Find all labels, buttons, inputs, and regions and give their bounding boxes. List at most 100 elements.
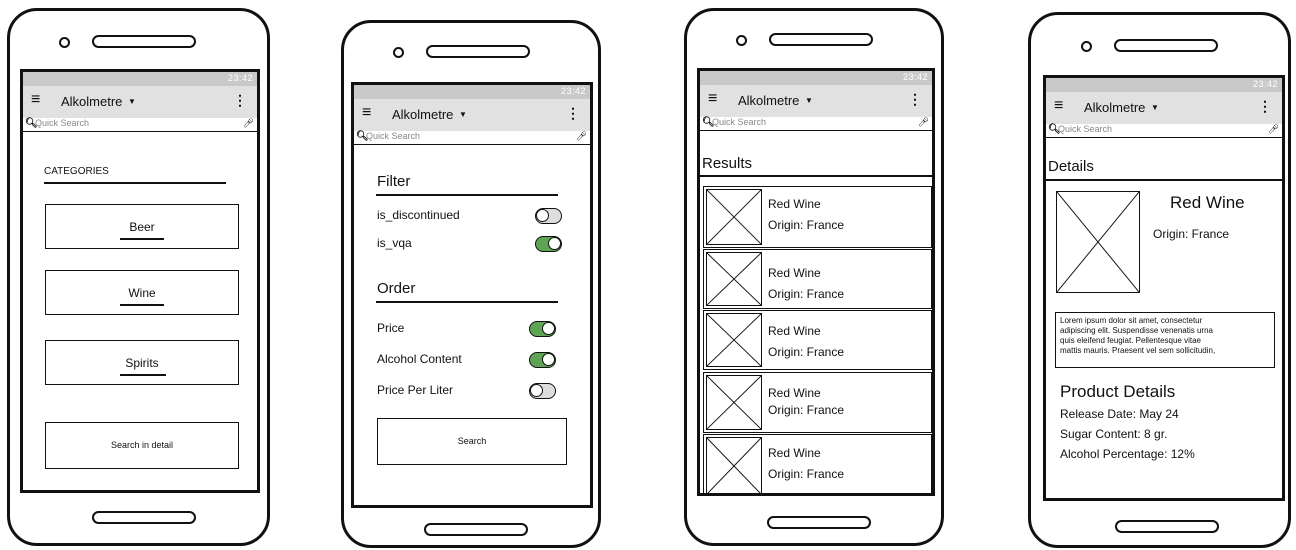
result-item[interactable]: Red Wine Origin: France [703,186,932,248]
quick-search-bar[interactable]: 🔍︎ Quick Search 🎤︎ [1046,124,1282,138]
divider [44,182,226,184]
sugar-content: Sugar Content: 8 gr. [1060,427,1168,441]
microphone-icon[interactable]: 🎤︎ [243,118,254,129]
result-item[interactable]: Red Wine Origin: France [703,434,932,493]
camera-icon [1081,41,1092,52]
order-label: Price Per Liter [377,383,454,397]
more-vertical-icon[interactable]: ⋮ [233,92,247,109]
hamburger-menu-icon[interactable]: ≡ [31,91,40,109]
home-button[interactable] [767,516,871,529]
app-bar: ≡ Alkolmetre ▼ ⋮ [23,86,257,118]
phone-details: 23:42 ≡ Alkolmetre ▼ ⋮ 🔍︎ Quick Search 🎤… [1028,12,1291,548]
chevron-down-icon[interactable]: ▼ [459,110,467,119]
result-origin: Origin: France [768,218,845,232]
toggle-knob [542,353,555,366]
chevron-down-icon[interactable]: ▼ [128,97,136,106]
status-bar: 23:42 [354,85,590,99]
search-placeholder[interactable]: Quick Search [712,117,766,127]
release-date: Release Date: May 24 [1060,407,1179,421]
description-line: mattis mauris. Praesent vel sem sollicit… [1060,346,1216,355]
result-name: Red Wine [768,446,821,460]
quick-search-bar[interactable]: 🔍︎ Quick Search 🎤︎ [700,117,932,131]
image-placeholder-icon [706,313,762,367]
underline [120,304,164,306]
category-button-spirits[interactable]: Spirits [45,340,239,385]
status-time: 23:42 [1252,79,1278,89]
more-vertical-icon[interactable]: ⋮ [908,91,922,108]
details-heading: Details [1048,158,1094,175]
category-button-beer[interactable]: Beer [45,204,239,249]
more-vertical-icon[interactable]: ⋮ [566,105,580,122]
status-bar: 23:42 [700,71,932,85]
home-button[interactable] [92,511,196,524]
speaker-icon [426,45,530,58]
quick-search-bar[interactable]: 🔍︎ Quick Search 🎤︎ [354,131,590,145]
microphone-icon[interactable]: 🎤︎ [576,131,587,142]
underline [120,238,164,240]
microphone-icon[interactable]: 🎤︎ [918,117,929,128]
result-item[interactable]: Red Wine Origin: France [703,372,932,433]
home-button[interactable] [1115,520,1219,533]
order-label: Price [377,321,405,335]
description-box: Lorem ipsum dolor sit amet, consectetur … [1055,312,1275,368]
filter-heading: Filter [377,173,411,190]
speaker-icon [92,35,196,48]
image-placeholder-icon [706,375,762,430]
app-bar: ≡ Alkolmetre ▼ ⋮ [700,85,932,117]
phone-filter: 23:42 ≡ Alkolmetre ▼ ⋮ 🔍︎ Quick Search 🎤… [341,20,601,548]
camera-icon [736,35,747,46]
search-button[interactable]: Search [377,418,567,465]
order-label: Alcohol Content [377,352,462,366]
screen: 23:42 ≡ Alkolmetre ▼ ⋮ 🔍︎ Quick Search 🎤… [20,69,260,493]
app-title[interactable]: Alkolmetre [738,93,799,108]
toggle-price[interactable] [529,321,556,337]
description-line: adipiscing elit. Suspendisse venenatis u… [1060,326,1213,335]
divider [376,301,558,303]
hamburger-menu-icon[interactable]: ≡ [708,90,717,108]
divider [376,194,558,196]
toggle-is-discontinued[interactable] [535,208,562,224]
app-title[interactable]: Alkolmetre [392,107,453,122]
category-button-wine[interactable]: Wine [45,270,239,315]
phone-categories: 23:42 ≡ Alkolmetre ▼ ⋮ 🔍︎ Quick Search 🎤… [7,8,270,546]
toggle-knob [536,209,549,222]
result-item[interactable]: Red Wine Origin: France [703,310,932,370]
microphone-icon[interactable]: 🎤︎ [1268,124,1279,135]
more-vertical-icon[interactable]: ⋮ [1258,98,1272,115]
speaker-icon [1114,39,1218,52]
toggle-knob [548,237,561,250]
hamburger-menu-icon[interactable]: ≡ [1054,97,1063,115]
result-name: Red Wine [768,324,821,338]
quick-search-bar[interactable]: 🔍︎ Quick Search 🎤︎ [23,118,257,132]
toggle-is-vqa[interactable] [535,236,562,252]
order-heading: Order [377,280,416,297]
chevron-down-icon[interactable]: ▼ [805,96,813,105]
result-origin: Origin: France [768,345,845,359]
app-title[interactable]: Alkolmetre [1084,100,1145,115]
alcohol-percentage: Alcohol Percentage: 12% [1060,447,1195,461]
screen: 23:42 ≡ Alkolmetre ▼ ⋮ 🔍︎ Quick Search 🎤… [1043,75,1285,501]
button-label: Search [457,436,487,446]
description-line: Lorem ipsum dolor sit amet, consectetur [1060,316,1203,325]
toggle-knob [542,322,555,335]
result-origin: Origin: France [768,287,845,301]
search-placeholder[interactable]: Quick Search [35,118,89,128]
toggle-price-per-liter[interactable] [529,383,556,399]
result-origin: Origin: France [768,403,845,417]
status-time: 23:42 [227,73,253,83]
image-placeholder-icon [706,252,762,306]
search-in-detail-button[interactable]: Search in detail [45,422,239,469]
hamburger-menu-icon[interactable]: ≡ [362,104,371,122]
result-origin: Origin: France [768,467,845,481]
image-placeholder-icon [706,437,762,493]
result-item[interactable]: Red Wine Origin: France [703,249,932,309]
home-button[interactable] [424,523,528,536]
app-title[interactable]: Alkolmetre [61,94,122,109]
screen: 23:42 ≡ Alkolmetre ▼ ⋮ 🔍︎ Quick Search 🎤… [351,82,593,508]
chevron-down-icon[interactable]: ▼ [1151,103,1159,112]
search-placeholder[interactable]: Quick Search [1058,124,1112,134]
toggle-alcohol-content[interactable] [529,352,556,368]
result-name: Red Wine [768,386,821,400]
status-bar: 23:42 [1046,78,1282,92]
search-placeholder[interactable]: Quick Search [366,131,420,141]
